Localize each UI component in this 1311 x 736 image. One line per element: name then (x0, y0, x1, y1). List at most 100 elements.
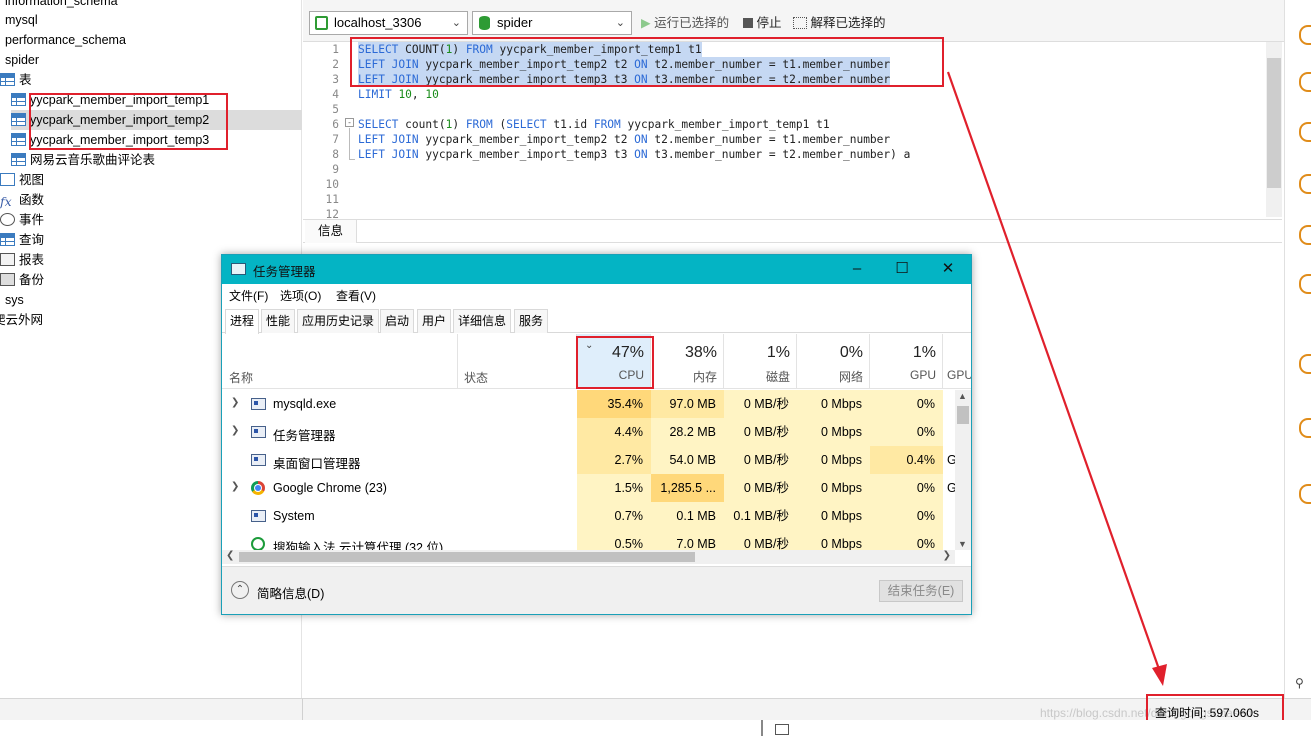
gpu-cell: 0% (870, 418, 943, 446)
editor-scrollbar[interactable] (1266, 42, 1282, 217)
tab-processes[interactable]: 进程 (225, 309, 260, 334)
scroll-up-icon[interactable]: ▲ (958, 391, 967, 401)
sogou-icon (251, 537, 265, 550)
database-icon (479, 16, 490, 30)
run-selected-button[interactable]: ▶ 运行已选择的 (641, 14, 729, 32)
tree-db-mysql[interactable]: mysql (5, 10, 38, 30)
process-row[interactable]: ❯ Google Chrome (23) 1.5% 1,285.5 ... 0 … (222, 474, 955, 502)
history-icon[interactable] (1299, 174, 1311, 194)
tree-db-cloud[interactable]: 爬云外网 (0, 310, 43, 330)
tab-app-history[interactable]: 应用历史记录 (297, 309, 380, 333)
history-icon[interactable] (1299, 225, 1311, 245)
tab-info[interactable]: 信息 (305, 220, 357, 243)
tab-details[interactable]: 详细信息 (453, 309, 512, 333)
menu-options[interactable]: 选项(O) (280, 287, 321, 304)
scroll-down-icon[interactable]: ▼ (958, 539, 967, 549)
stop-button[interactable]: 停止 (743, 14, 782, 32)
cpu-cell: 0.7% (577, 502, 651, 530)
tab-services[interactable]: 服务 (514, 309, 549, 333)
task-manager-icon (231, 263, 246, 275)
column-header-name[interactable]: 名称 (229, 369, 253, 386)
tree-group-views[interactable]: 视图 (0, 170, 44, 190)
network-cell: 0 Mbps (797, 474, 870, 502)
history-icon[interactable] (1299, 122, 1311, 142)
process-list-vscroll[interactable]: ▲ ▼ (955, 390, 971, 550)
app-window-icon (251, 454, 266, 466)
maximize-button[interactable]: ☐ (887, 259, 917, 279)
column-header-network[interactable]: 0% 网络 (797, 334, 870, 389)
divider (761, 720, 763, 736)
task-manager-footer: ⌃ 简略信息(D) 结束任务(E) (222, 566, 971, 614)
gpu-cell: 0% (870, 530, 943, 550)
table-icon (11, 153, 26, 166)
history-icon[interactable] (1299, 72, 1311, 92)
fold-toggle-icon[interactable]: - (345, 118, 354, 127)
column-header-disk[interactable]: 1% 磁盘 (724, 334, 797, 389)
history-icon[interactable] (1299, 274, 1311, 294)
gpu-engine-cell (943, 418, 955, 446)
chevron-right-icon[interactable]: ❯ (231, 397, 239, 408)
chevron-up-icon[interactable]: ⌃ (231, 581, 249, 599)
tree-db-spider[interactable]: spider (5, 50, 39, 70)
process-row[interactable]: 桌面窗口管理器 2.7% 54.0 MB 0 MB/秒 0 Mbps 0.4% … (222, 446, 955, 474)
history-icon[interactable] (1299, 418, 1311, 438)
tree-group-backups[interactable]: 备份 (0, 270, 44, 290)
scrollbar-thumb[interactable] (957, 406, 969, 424)
column-header-memory[interactable]: 38% 内存 (651, 334, 724, 389)
tree-db-sys[interactable]: sys (5, 290, 24, 310)
menu-view[interactable]: 查看(V) (336, 287, 376, 304)
tree-group-events[interactable]: 事件 (0, 210, 44, 230)
task-manager-titlebar[interactable]: 任务管理器 – ☐ ✕ (222, 255, 971, 284)
history-icon[interactable] (1299, 25, 1311, 45)
process-row[interactable]: ❯ 任务管理器 4.4% 28.2 MB 0 MB/秒 0 Mbps 0% (222, 418, 955, 446)
chevron-right-icon[interactable]: ❯ (231, 425, 239, 436)
process-row[interactable]: 搜狗输入法 云计算代理 (32 位) 0.5% 7.0 MB 0 MB/秒 0 … (222, 530, 955, 550)
scrollbar-thumb[interactable] (1267, 58, 1281, 188)
scroll-left-icon[interactable]: ❮ (226, 550, 234, 561)
tree-group-functions[interactable]: fx 函数 (0, 190, 44, 210)
process-row[interactable]: ❯ mysqld.exe 35.4% 97.0 MB 0 MB/秒 0 Mbps… (222, 390, 955, 418)
chevron-down-icon: ⌄ (451, 17, 461, 29)
scroll-right-icon[interactable]: ❯ (943, 550, 951, 561)
end-task-button[interactable]: 结束任务(E) (879, 580, 963, 602)
memory-cell: 0.1 MB (651, 502, 724, 530)
gpu-engine-cell (943, 502, 955, 530)
tree-db-performance-schema[interactable]: performance_schema (5, 30, 126, 50)
stop-icon (743, 18, 753, 28)
tree-group-queries[interactable]: 查询 (0, 230, 44, 250)
gpu-engine-cell (943, 390, 955, 418)
line-number: 3 (332, 73, 339, 86)
minimize-button[interactable]: – (842, 259, 872, 279)
right-panel-strip: ⚲ (1284, 0, 1311, 698)
column-header-status[interactable]: 状态 (457, 334, 577, 389)
menu-file[interactable]: 文件(F) (229, 287, 268, 304)
tab-users[interactable]: 用户 (417, 309, 452, 333)
search-icon[interactable]: ⚲ (1295, 676, 1304, 690)
tab-performance[interactable]: 性能 (261, 309, 296, 333)
close-button[interactable]: ✕ (933, 259, 963, 279)
column-header-gpu-engine[interactable]: GPU (943, 334, 971, 389)
fewer-details-link[interactable]: 简略信息(D) (257, 583, 324, 602)
database-select[interactable]: spider ⌄ (472, 11, 632, 35)
tree-group-tables[interactable]: 表 (0, 70, 32, 90)
process-list-hscroll[interactable]: ❮ ❯ (222, 550, 955, 564)
column-header-gpu[interactable]: 1% GPU (870, 334, 943, 389)
tab-startup[interactable]: 启动 (380, 309, 415, 333)
task-manager-window: 任务管理器 – ☐ ✕ 文件(F) 选项(O) 查看(V) 进程 性能 应用历史… (221, 254, 972, 615)
process-row[interactable]: System 0.7% 0.1 MB 0.1 MB/秒 0 Mbps 0% (222, 502, 955, 530)
gpu-engine-cell: G (947, 453, 955, 467)
annotation-box-tables (29, 93, 228, 150)
connection-select[interactable]: localhost_3306 ⌄ (309, 11, 468, 35)
history-icon[interactable] (1299, 354, 1311, 374)
memory-cell: 97.0 MB (651, 390, 724, 418)
app-window-icon (251, 510, 266, 522)
explain-icon (793, 17, 807, 29)
gpu-cell: 0% (870, 502, 943, 530)
scrollbar-thumb[interactable] (239, 552, 695, 562)
tree-table-comments[interactable]: 网易云音乐歌曲评论表 (11, 150, 155, 170)
tree-group-reports[interactable]: 报表 (0, 250, 44, 270)
chevron-right-icon[interactable]: ❯ (231, 481, 239, 492)
line-number: 8 (332, 148, 339, 161)
explain-selected-button[interactable]: 解释已选择的 (793, 14, 886, 32)
history-icon[interactable] (1299, 484, 1311, 504)
